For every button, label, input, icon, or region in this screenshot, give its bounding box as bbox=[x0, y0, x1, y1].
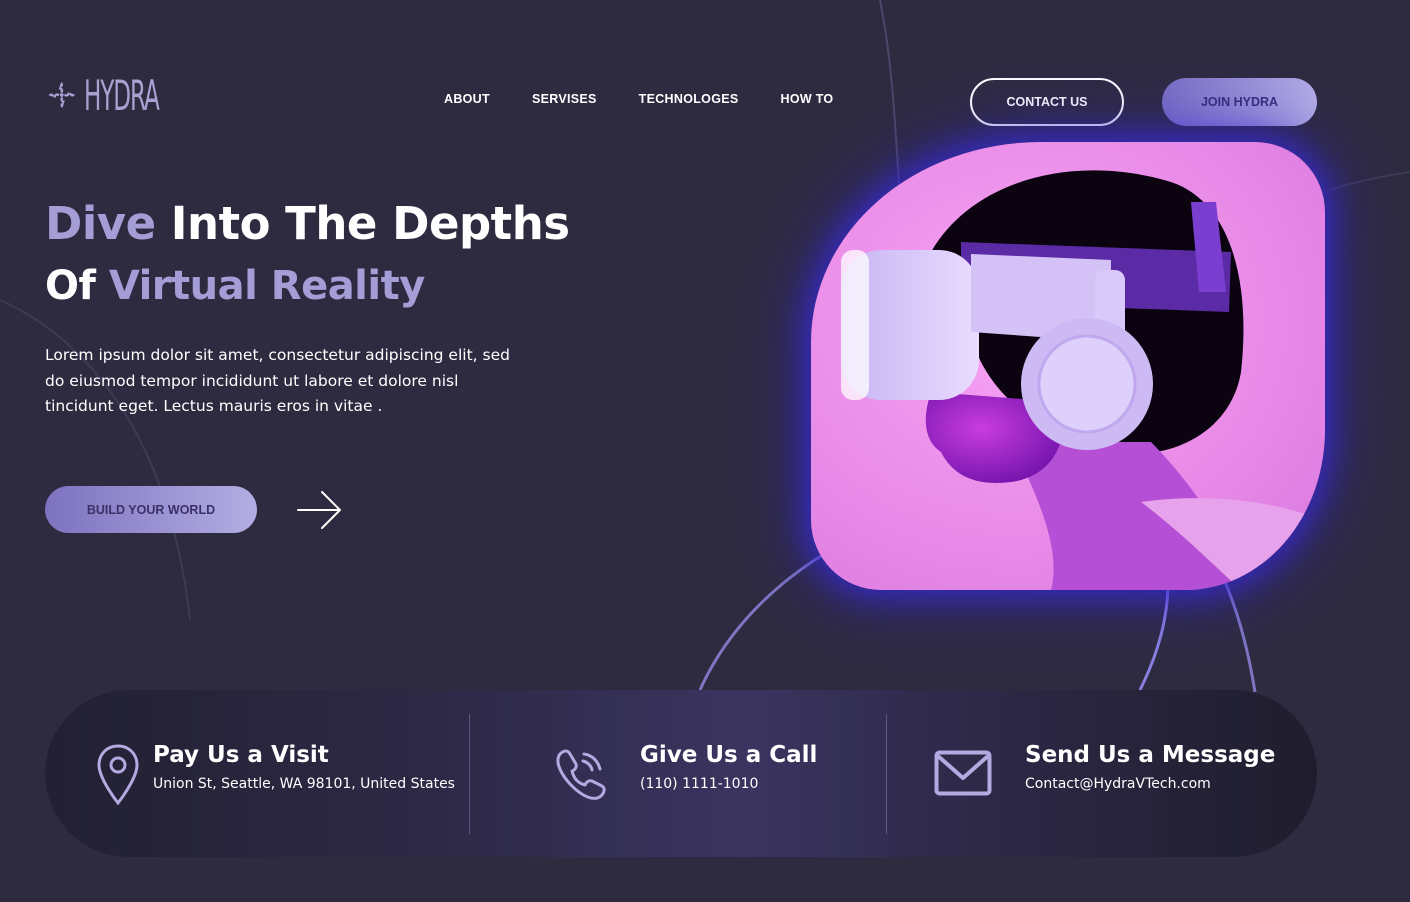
hero-title-line-1: Dive Into The Depths bbox=[45, 192, 570, 255]
hero-title-accent-1: Dive bbox=[45, 197, 156, 250]
contact-call: Give Us a Call (110) 1111-1010 bbox=[640, 742, 817, 792]
contact-divider bbox=[469, 714, 470, 834]
nav-services[interactable]: SERVISES bbox=[532, 92, 597, 106]
main-nav: ABOUT SERVISES TECHNOLOGES HOW TO bbox=[444, 92, 875, 106]
nav-about[interactable]: ABOUT bbox=[444, 92, 490, 106]
arrow-right-icon[interactable] bbox=[296, 488, 344, 532]
hero-title-accent-2: Virtual Reality bbox=[108, 263, 425, 309]
contact-divider bbox=[886, 714, 887, 834]
contact-call-title: Give Us a Call bbox=[640, 742, 818, 768]
vr-person-illustration bbox=[841, 170, 1325, 590]
brand-logo[interactable]: HYDRA bbox=[48, 48, 220, 142]
hero-description: Lorem ipsum dolor sit amet, consectetur … bbox=[45, 346, 510, 415]
contact-visit-title: Pay Us a Visit bbox=[153, 742, 329, 768]
hero-vr-image bbox=[811, 142, 1325, 590]
contact-message: Send Us a Message Contact@HydraVTech.com bbox=[1025, 742, 1275, 792]
contact-visit-address: Union St, Seattle, WA 98101, United Stat… bbox=[153, 776, 455, 792]
contact-visit: Pay Us a Visit Union St, Seattle, WA 981… bbox=[153, 742, 455, 792]
nav-how-to[interactable]: HOW TO bbox=[781, 92, 834, 106]
build-your-world-button[interactable]: BUILD YOUR WORLD bbox=[45, 486, 257, 533]
contact-message-title: Send Us a Message bbox=[1025, 742, 1276, 768]
mail-icon bbox=[934, 750, 992, 796]
contact-call-phone[interactable]: (110) 1111-1010 bbox=[640, 776, 817, 792]
location-pin-icon bbox=[97, 744, 139, 806]
hydra-logo-icon bbox=[48, 82, 75, 108]
hero-title-line-2: Of Virtual Reality bbox=[45, 255, 570, 318]
contact-message-email[interactable]: Contact@HydraVTech.com bbox=[1025, 776, 1275, 792]
hero-title: Dive Into The Depths Of Virtual Reality bbox=[45, 192, 570, 318]
phone-icon bbox=[556, 749, 606, 800]
join-hydra-button[interactable]: JOIN HYDRA bbox=[1162, 78, 1317, 126]
nav-technologies[interactable]: TECHNOLOGES bbox=[639, 92, 739, 106]
hero-title-start-2: Of bbox=[45, 263, 109, 309]
hero-title-rest-1: Into The Depths bbox=[155, 197, 570, 250]
brand-name: HYDRA bbox=[84, 70, 160, 120]
contact-us-button[interactable]: CONTACT US bbox=[970, 78, 1124, 126]
